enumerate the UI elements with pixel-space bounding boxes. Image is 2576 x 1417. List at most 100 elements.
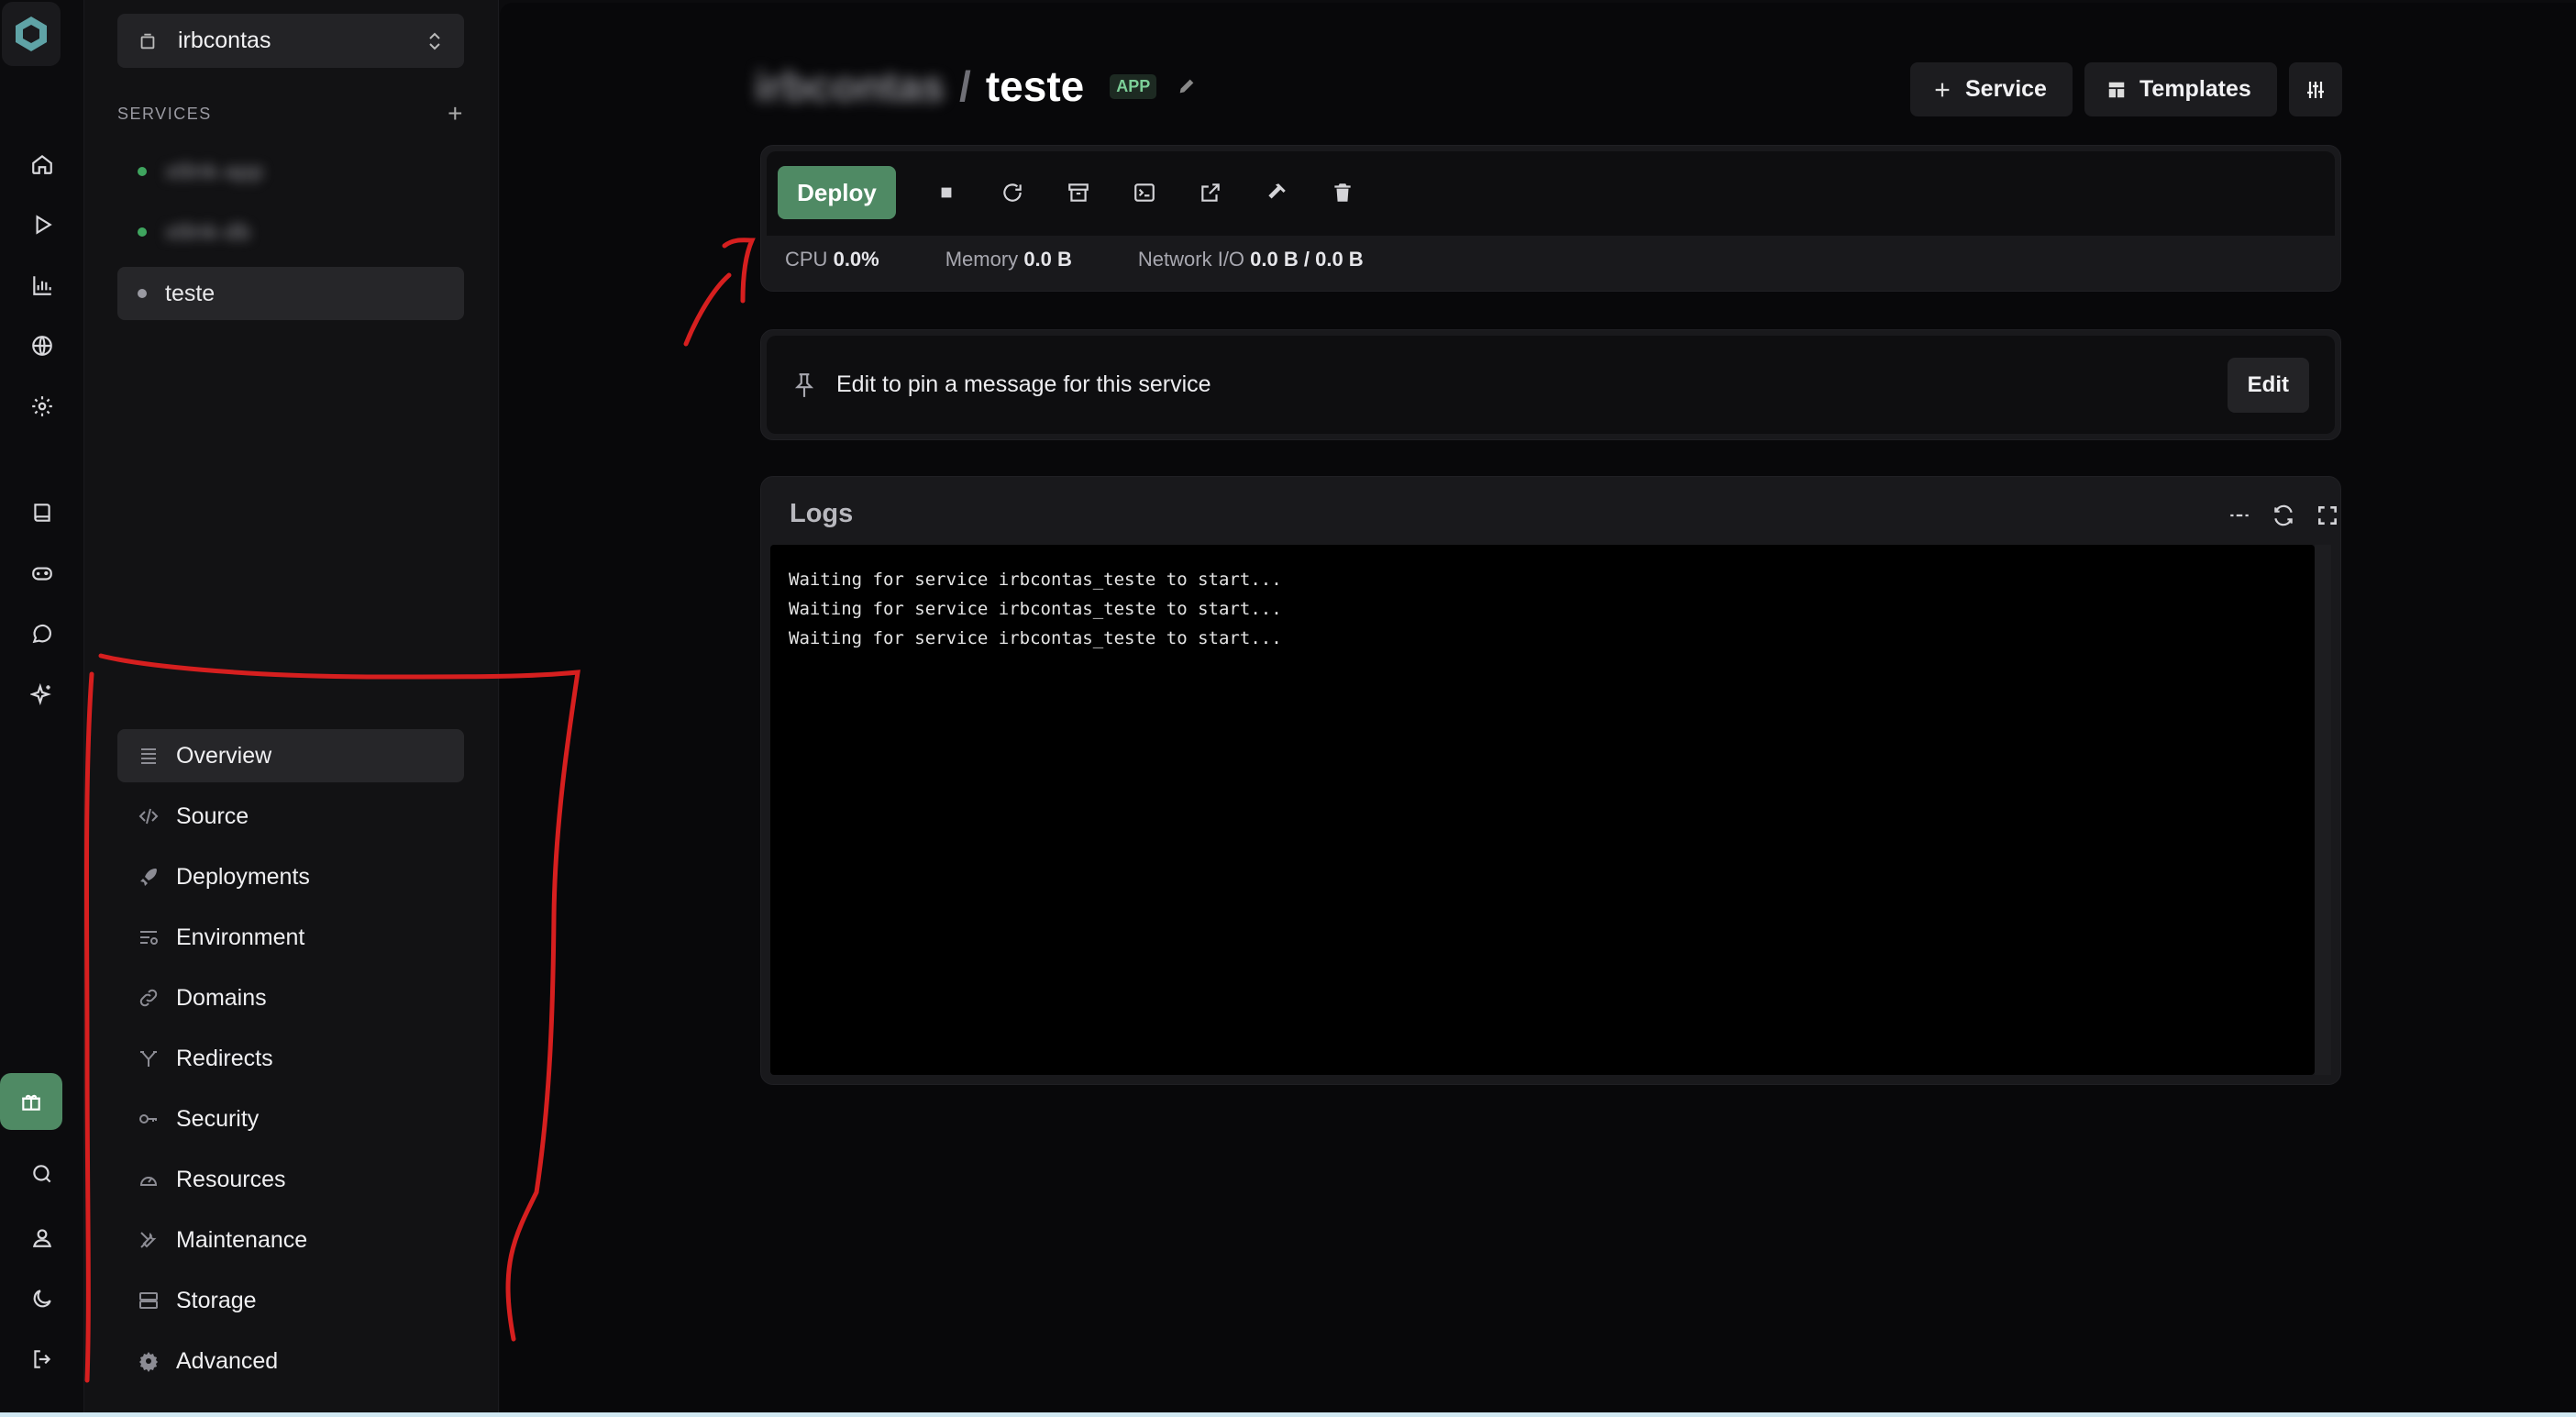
services-header: SERVICES + <box>117 101 464 127</box>
gauge-icon <box>136 1167 161 1192</box>
memory-label: Memory <box>945 248 1019 271</box>
breadcrumb-separator: / <box>959 62 971 110</box>
project-selector[interactable]: irbcontas <box>117 14 464 68</box>
nav-domains[interactable]: Domains <box>117 971 464 1024</box>
gamepad-icon[interactable] <box>13 548 72 598</box>
app-logo[interactable] <box>2 2 61 66</box>
layout-icon <box>2106 80 2127 100</box>
templates-button[interactable]: Templates <box>2084 62 2277 116</box>
nav-label: Environment <box>176 924 305 950</box>
service-actions-card: Deploy CPU 0.0% Memory 0.0 B Network I/O… <box>760 145 2341 292</box>
service-item[interactable]: xtlink-db <box>117 205 464 259</box>
adjustments-button[interactable] <box>2289 62 2342 116</box>
add-service-label: Service <box>1965 76 2047 102</box>
network-stat: Network I/O 0.0 B / 0.0 B <box>1138 248 1364 271</box>
stack-icon <box>138 31 158 51</box>
nav-deployments[interactable]: Deployments <box>117 850 464 903</box>
app-badge: APP <box>1110 73 1157 99</box>
nav-storage[interactable]: Storage <box>117 1274 464 1327</box>
refresh-icon[interactable] <box>2267 499 2300 532</box>
tools-icon <box>136 1227 161 1253</box>
bar-chart-icon[interactable] <box>13 260 72 310</box>
plus-icon <box>1932 80 1952 100</box>
nav-label: Security <box>176 1105 260 1132</box>
book-icon[interactable] <box>13 488 72 537</box>
key-icon <box>136 1106 161 1132</box>
code-icon <box>136 803 161 829</box>
server-icon <box>136 1288 161 1313</box>
nav-security[interactable]: Security <box>117 1092 464 1146</box>
nav-overview[interactable]: Overview <box>117 729 464 782</box>
settings-icon[interactable] <box>13 382 72 431</box>
link-icon <box>136 985 161 1011</box>
nav-maintenance[interactable]: Maintenance <box>117 1213 464 1267</box>
home-icon[interactable] <box>13 139 72 189</box>
fullscreen-icon[interactable] <box>2311 499 2344 532</box>
page-title: teste <box>985 62 1085 110</box>
cpu-stat: CPU 0.0% <box>785 248 879 271</box>
nav-advanced[interactable]: Advanced <box>117 1334 464 1388</box>
network-label: Network I/O <box>1137 248 1245 271</box>
status-dot <box>138 289 147 298</box>
list-icon <box>136 743 161 769</box>
service-name: teste <box>165 280 216 306</box>
pin-message-text: Edit to pin a message for this service <box>836 371 1211 397</box>
nav-label: Storage <box>176 1287 257 1313</box>
log-line: Waiting for service irbcontas_teste to s… <box>789 628 1282 648</box>
nav-label: Resources <box>176 1166 286 1192</box>
nav-environment[interactable]: Environment <box>117 911 464 964</box>
stop-icon[interactable] <box>928 174 965 211</box>
deploy-button[interactable]: Deploy <box>778 166 896 219</box>
globe-icon[interactable] <box>13 321 72 371</box>
gift-icon[interactable] <box>0 1073 62 1130</box>
logout-icon[interactable] <box>13 1334 72 1384</box>
log-line: Waiting for service irbcontas_teste to s… <box>789 570 1282 590</box>
service-name: xtlink-db <box>165 218 251 245</box>
network-value: 0.0 B / 0.0 B <box>1250 248 1364 271</box>
user-location-icon[interactable] <box>13 1212 72 1262</box>
collapse-icon[interactable] <box>2223 499 2256 532</box>
cpu-label: CPU <box>785 248 828 271</box>
templates-label: Templates <box>2139 76 2251 102</box>
hammer-icon[interactable] <box>1258 174 1295 211</box>
cpu-value: 0.0% <box>833 248 879 271</box>
nav-label: Overview <box>176 742 272 769</box>
external-link-icon[interactable] <box>1192 174 1229 211</box>
services-label: SERVICES <box>117 104 212 123</box>
service-item-active[interactable]: teste <box>117 267 464 320</box>
resource-stats: CPU 0.0% Memory 0.0 B Network I/O 0.0 B … <box>785 248 1430 271</box>
add-service-icon[interactable]: + <box>448 101 464 127</box>
memory-value: 0.0 B <box>1023 248 1072 271</box>
trash-icon[interactable] <box>1324 174 1361 211</box>
nav-label: Deployments <box>176 863 310 890</box>
pinned-message-row: Edit to pin a message for this service E… <box>767 336 2335 434</box>
service-item[interactable]: xtlink-app <box>117 145 464 198</box>
moon-icon[interactable] <box>13 1274 72 1323</box>
project-name: irbcontas <box>178 28 271 53</box>
edit-pin-button[interactable]: Edit <box>2227 357 2309 413</box>
search-icon[interactable] <box>13 1149 72 1199</box>
sparkles-icon[interactable] <box>13 670 72 719</box>
chat-icon[interactable] <box>13 609 72 659</box>
nav-label: Redirects <box>176 1045 273 1071</box>
nav-label: Source <box>176 803 249 829</box>
status-dot <box>138 167 147 176</box>
logs-card: Logs Waiting for service irbcontas_teste… <box>760 476 2341 1085</box>
service-sidebar: irbcontas SERVICES + xtlink-app xtlink-d… <box>84 0 499 1417</box>
play-icon[interactable] <box>13 200 72 249</box>
archive-icon[interactable] <box>1060 174 1097 211</box>
nav-redirects[interactable]: Redirects <box>117 1032 464 1085</box>
log-line: Waiting for service irbcontas_teste to s… <box>789 599 1282 619</box>
rocket-icon <box>136 864 161 890</box>
log-scrollbar[interactable] <box>2315 545 2331 1075</box>
terminal-icon[interactable] <box>1126 174 1163 211</box>
chevron-up-down-icon <box>426 31 444 51</box>
add-service-button[interactable]: Service <box>1910 62 2073 116</box>
nav-resources[interactable]: Resources <box>117 1153 464 1206</box>
log-output[interactable]: Waiting for service irbcontas_teste to s… <box>770 545 2315 1075</box>
nav-source[interactable]: Source <box>117 790 464 843</box>
action-toolbar: Deploy <box>767 151 2335 236</box>
breadcrumb-project[interactable]: irbcontas <box>755 61 945 111</box>
pencil-icon[interactable] <box>1177 76 1197 96</box>
restart-icon[interactable] <box>994 174 1031 211</box>
